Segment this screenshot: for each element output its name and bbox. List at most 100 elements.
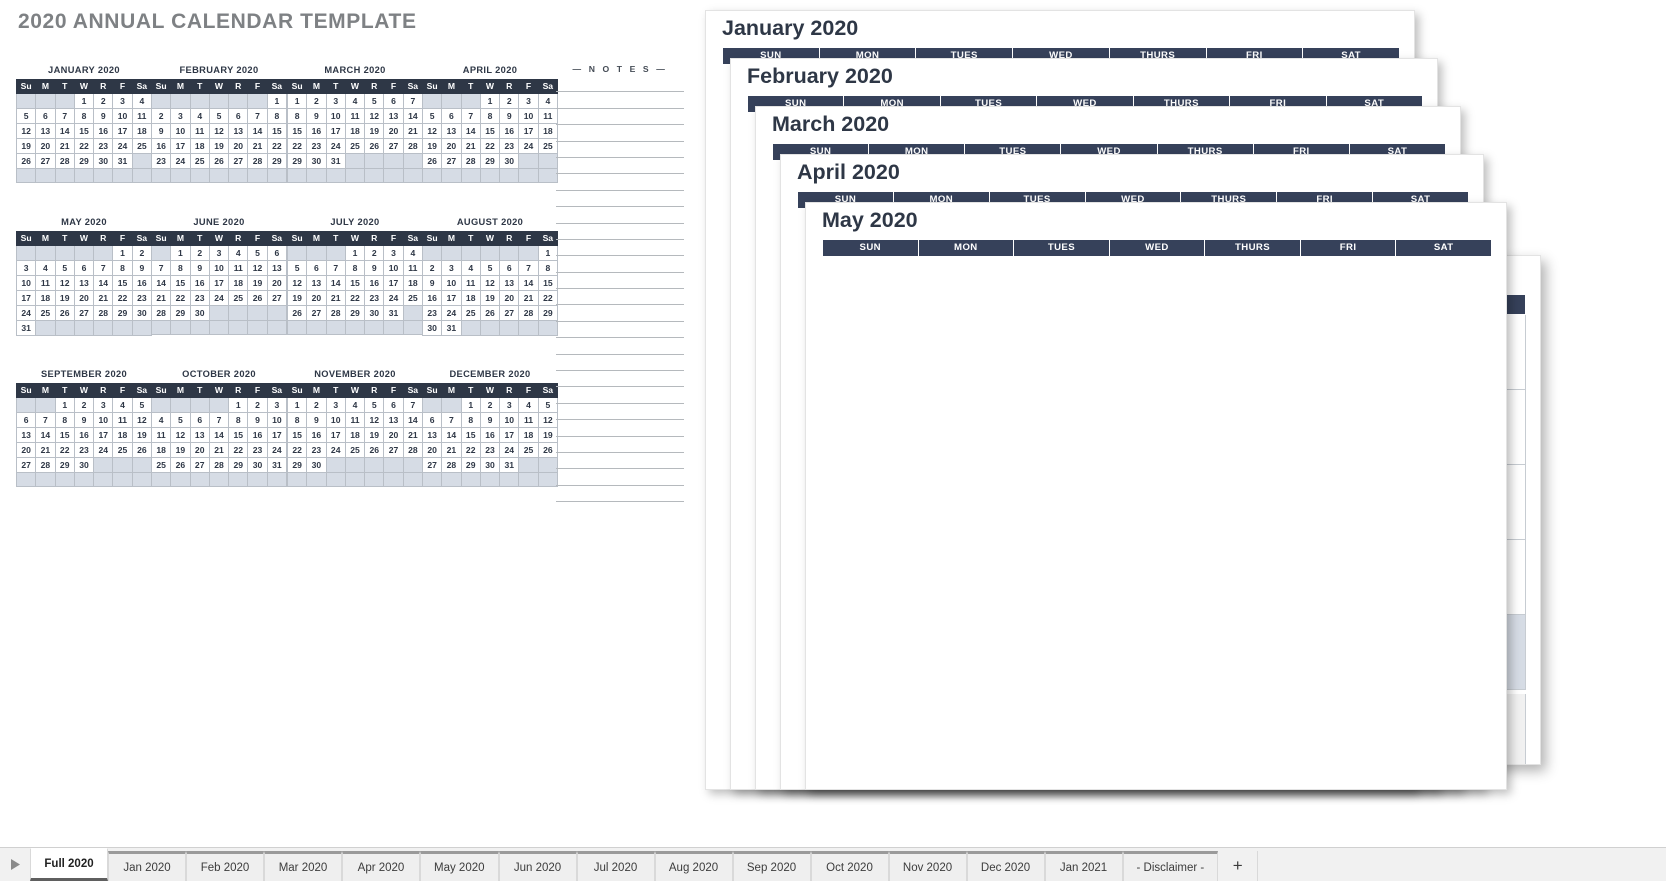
mini-week-row: 20 21 22 23 24 25 26 (421, 442, 559, 458)
mini-day-cell: 16 (247, 427, 268, 443)
mini-day-cell: 2 (150, 108, 172, 124)
plus-icon[interactable]: + (1218, 851, 1259, 881)
sheet-tab-bar[interactable]: Full 2020 Jan 2020 Feb 2020 Mar 2020 Apr 202… (0, 847, 1666, 881)
note-line[interactable] (556, 273, 684, 290)
sheet-tab-jul-2020[interactable]: Jul 2020 (576, 851, 655, 881)
mini-day-header: Su (150, 79, 172, 94)
mini-day-cell: 30 (421, 320, 443, 336)
mini-day-cell: 18 (518, 427, 539, 443)
note-line[interactable] (556, 76, 684, 93)
mini-day-cell: 10 (15, 275, 37, 291)
month-card-title: March 2020 (772, 112, 890, 136)
note-line[interactable] (556, 469, 684, 486)
note-line[interactable] (556, 289, 684, 306)
mini-day-cell-empty (150, 168, 172, 183)
sheet-tab-aug-2020[interactable]: Aug 2020 (654, 851, 733, 881)
mini-day-cell: 30 (93, 153, 114, 169)
mini-day-cell: 2 (306, 93, 327, 109)
mini-calendar-table: Su M T W R F Sa 1 2 3 4 5 6 7 8 9 10 11 12 13 14 15 16 17 18 19 20… (15, 231, 153, 336)
note-line[interactable] (556, 338, 684, 355)
sheet-tab-apr-2020[interactable]: Apr 2020 (342, 851, 420, 881)
mini-day-cell-empty (499, 472, 520, 487)
mini-day-cell: 11 (460, 275, 481, 291)
sheet-tab-sep-2020[interactable]: Sep 2020 (732, 851, 811, 881)
sheet-tab-nov-2020[interactable]: Nov 2020 (888, 851, 967, 881)
sheet-tab-mar-2020[interactable]: Mar 2020 (264, 851, 342, 881)
sheet-tab-dec-2020[interactable]: Dec 2020 (966, 851, 1045, 881)
mini-day-cell: 7 (441, 412, 462, 428)
mini-calendar-title: JUNE 2020 (193, 217, 245, 227)
mini-day-cell-empty (402, 305, 424, 321)
note-line[interactable] (556, 109, 684, 126)
mini-calendar-title: JULY 2020 (330, 217, 380, 227)
mini-day-cell: 2 (364, 245, 385, 261)
note-line[interactable] (556, 92, 684, 109)
note-line[interactable] (556, 322, 684, 339)
mini-day-cell: 12 (479, 275, 501, 291)
note-line[interactable] (556, 371, 684, 388)
sheet-tab-may-2020[interactable]: May 2020 (420, 851, 499, 881)
sheet-tab-oct-2020[interactable]: Oct 2020 (810, 851, 889, 881)
note-line[interactable] (556, 224, 684, 240)
mini-day-header: Su (421, 383, 443, 398)
mini-day-cell: 10 (441, 275, 462, 291)
mini-day-cell: 2 (93, 93, 114, 109)
mini-day-cell: 23 (73, 442, 95, 458)
mini-day-cell-empty (344, 168, 366, 183)
mini-day-cell: 28 (441, 457, 462, 473)
sheet-tab-feb-2020[interactable]: Feb 2020 (186, 851, 264, 881)
note-line[interactable] (556, 158, 684, 175)
note-line[interactable] (556, 404, 684, 421)
mini-day-cell-empty (189, 320, 210, 335)
mini-day-cell-empty (383, 168, 404, 183)
note-line[interactable] (556, 207, 684, 224)
mini-week-row (150, 320, 288, 335)
mini-day-cell-empty (364, 153, 385, 169)
mini-day-cell: 19 (54, 290, 75, 306)
mini-day-cell-empty (383, 472, 404, 487)
mini-day-cell: 20 (15, 442, 37, 458)
note-line[interactable] (556, 486, 684, 503)
month-card-may[interactable]: May 2020 SUN MON TUES WED THURS FRI SAT (805, 202, 1507, 790)
mini-day-cell: 5 (170, 412, 191, 428)
mini-day-cell-empty (479, 320, 501, 336)
note-line[interactable] (556, 125, 684, 142)
mini-day-cell: 22 (228, 442, 249, 458)
sheet-tab-jun-2020[interactable]: Jun 2020 (498, 851, 577, 881)
mini-day-cell-empty (306, 168, 327, 183)
note-line[interactable] (556, 387, 684, 404)
sheet-tab-jan-2021[interactable]: Jan 2021 (1044, 851, 1123, 881)
mini-day-cell: 24 (266, 442, 288, 458)
sheet-tab-jan-2020[interactable]: Jan 2020 (108, 851, 186, 881)
mini-week-row: 26 27 28 29 30 (421, 153, 559, 169)
sheet-tab-full-2020[interactable]: Full 2020 (30, 848, 108, 881)
sheet-tab-disclaimer[interactable]: - Disclaimer - (1122, 851, 1219, 881)
note-line[interactable] (556, 305, 684, 322)
note-line[interactable] (556, 174, 684, 191)
note-line[interactable] (556, 453, 684, 470)
mini-day-header: R (93, 79, 114, 94)
mini-calendar-table: Su M T W R F Sa 1 2 3 4 5 6 7 8 9 10 11 12 13 14 15 16 17 18 19 20… (421, 231, 559, 336)
mini-day-cell-empty (460, 168, 481, 183)
mini-day-cell: 15 (54, 427, 75, 443)
mini-week-row: 23 24 25 26 27 28 29 (150, 153, 288, 169)
note-line[interactable] (556, 240, 684, 257)
mini-day-cell-empty (35, 93, 56, 109)
mini-day-cell: 30 (364, 305, 385, 321)
note-line[interactable] (556, 355, 684, 372)
mini-calendar-title: SEPTEMBER 2020 (40, 369, 128, 379)
mini-day-cell: 11 (344, 412, 366, 428)
note-line[interactable] (556, 437, 684, 453)
mini-day-cell: 2 (499, 93, 520, 109)
sheet-tabs[interactable]: Full 2020 Jan 2020 Feb 2020 Mar 2020 Apr 202… (30, 848, 1219, 881)
mini-day-cell: 23 (479, 442, 501, 458)
mini-day-cell-empty (208, 472, 230, 487)
play-right-icon[interactable] (0, 847, 30, 881)
note-line[interactable] (556, 142, 684, 158)
note-line[interactable] (556, 420, 684, 437)
mini-day-cell: 22 (73, 138, 95, 154)
note-line[interactable] (556, 256, 684, 273)
mini-day-cell-empty (518, 245, 539, 261)
mini-week-row (421, 168, 559, 183)
note-line[interactable] (556, 191, 684, 208)
